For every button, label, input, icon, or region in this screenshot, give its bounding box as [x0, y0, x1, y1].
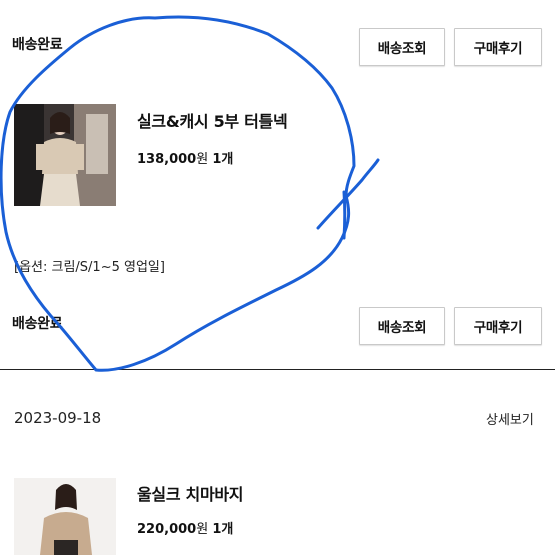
order-status-label: 배송완료 — [12, 316, 63, 332]
product-quantity: 1개 — [212, 152, 234, 167]
product-price: 138,000 — [137, 152, 197, 167]
price-currency: 원 — [196, 522, 209, 537]
product-price: 220,000 — [137, 522, 197, 537]
write-review-button[interactable]: 구매후기 — [454, 28, 542, 66]
product-quantity: 1개 — [212, 522, 234, 537]
product-photo-icon — [14, 478, 116, 555]
product-name[interactable]: 실크&캐시 5부 터틀넥 — [137, 108, 288, 132]
product-price-line: 220,000원 1개 — [137, 518, 233, 537]
order-divider — [0, 369, 555, 370]
product-thumbnail[interactable] — [14, 104, 116, 206]
write-review-button[interactable]: 구매후기 — [454, 307, 542, 345]
price-currency: 원 — [196, 152, 209, 167]
product-photo-icon — [14, 104, 116, 206]
product-option: [옵션: 크림/S/1~5 영업일] — [14, 260, 165, 275]
order-detail-link[interactable]: 상세보기 — [486, 409, 534, 428]
order-date: 2023-09-18 — [14, 409, 102, 427]
product-thumbnail[interactable] — [14, 478, 116, 555]
track-delivery-button[interactable]: 배송조회 — [359, 307, 445, 345]
product-name[interactable]: 울실크 치마바지 — [137, 481, 244, 505]
product-price-line: 138,000원 1개 — [137, 148, 233, 167]
hand-drawn-circle-annotation — [0, 15, 380, 372]
track-delivery-button[interactable]: 배송조회 — [359, 28, 445, 66]
order-status-label: 배송완료 — [12, 37, 63, 53]
